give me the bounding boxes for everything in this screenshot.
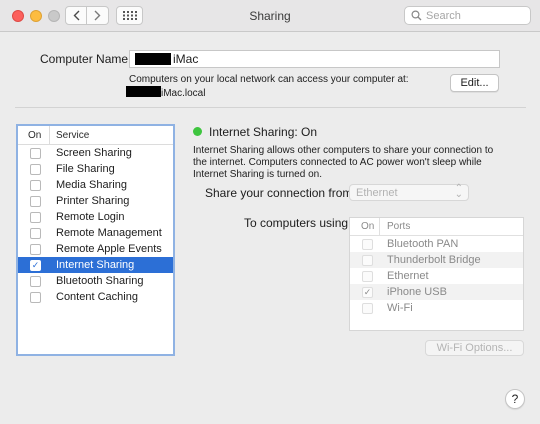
service-checkbox[interactable] <box>30 243 41 255</box>
status-indicator <box>193 127 202 136</box>
to-computers-label: To computers using: <box>244 216 352 230</box>
port-checkbox[interactable]: ✓ <box>362 286 373 298</box>
share-from-select[interactable]: Ethernet ⌃ ⌄ <box>349 184 469 201</box>
share-from-value: Ethernet <box>356 186 398 199</box>
redacted-address <box>126 86 161 97</box>
service-row[interactable]: File Sharing <box>18 161 173 177</box>
port-row[interactable]: ✓ iPhone USB <box>350 284 523 300</box>
ports-header-ports: Ports <box>387 221 411 232</box>
port-row[interactable]: Bluetooth PAN <box>350 236 523 252</box>
search-icon <box>411 10 422 21</box>
port-checkbox[interactable] <box>362 254 373 266</box>
service-label: Remote Apple Events <box>56 243 162 255</box>
service-label: Remote Login <box>56 211 125 223</box>
port-label: Wi-Fi <box>387 302 413 314</box>
port-checkbox[interactable] <box>362 270 373 282</box>
service-row[interactable]: Printer Sharing <box>18 193 173 209</box>
service-row[interactable]: Remote Management <box>18 225 173 241</box>
header-service: Service <box>56 129 90 141</box>
edit-button[interactable]: Edit... <box>450 74 499 92</box>
service-label: Remote Management <box>56 227 162 239</box>
service-checkbox[interactable] <box>30 291 41 303</box>
port-label: iPhone USB <box>387 286 447 298</box>
header-on: On <box>18 126 50 144</box>
address-description: Computers on your local network can acce… <box>129 74 409 85</box>
status-title: Internet Sharing: On <box>209 125 318 139</box>
port-checkbox[interactable] <box>362 238 373 250</box>
service-label: Printer Sharing <box>56 195 130 207</box>
computer-address-text: Computers on your local network can acce… <box>126 73 409 100</box>
computer-name-value: iMac <box>173 52 199 66</box>
service-checkbox[interactable] <box>30 195 41 207</box>
title-bar: Sharing <box>0 0 540 32</box>
service-label: Internet Sharing <box>56 259 135 271</box>
ports-list[interactable]: On Ports Bluetooth PAN Thunderbolt Bridge… <box>349 217 524 331</box>
computer-name-field[interactable]: iMac <box>129 50 500 68</box>
ports-list-header: On Ports <box>350 218 523 236</box>
service-label: Screen Sharing <box>56 147 132 159</box>
port-row[interactable]: Wi-Fi <box>350 300 523 316</box>
service-checkbox[interactable] <box>30 227 41 239</box>
service-checkbox[interactable] <box>30 163 41 175</box>
ports-header-on: On <box>350 218 380 235</box>
service-checkbox[interactable] <box>30 179 41 191</box>
chevron-updown-icon: ⌃ ⌄ <box>454 183 463 200</box>
service-row[interactable]: Screen Sharing <box>18 145 173 161</box>
divider <box>15 107 526 108</box>
search-field[interactable] <box>404 6 531 25</box>
service-row[interactable]: Media Sharing <box>18 177 173 193</box>
redacted-name <box>135 53 171 65</box>
service-row[interactable]: Content Caching <box>18 289 173 305</box>
port-label: Ethernet <box>387 270 429 282</box>
service-list-header: On Service <box>18 126 173 145</box>
service-checkbox[interactable] <box>30 211 41 223</box>
computer-name-label: Computer Name: <box>40 52 132 66</box>
search-input[interactable] <box>426 9 521 22</box>
service-checkbox[interactable] <box>30 275 41 287</box>
service-label: File Sharing <box>56 163 115 175</box>
status-description: Internet Sharing allows other computers … <box>193 145 494 180</box>
local-address-value: iMac.local <box>161 88 206 99</box>
service-label: Media Sharing <box>56 179 127 191</box>
service-checkbox[interactable] <box>30 147 41 159</box>
service-label: Content Caching <box>56 291 138 303</box>
share-from-label: Share your connection from: <box>205 186 356 200</box>
service-row[interactable]: ✓ Internet Sharing <box>18 257 173 273</box>
port-checkbox[interactable] <box>362 302 373 314</box>
service-label: Bluetooth Sharing <box>56 275 144 287</box>
service-list[interactable]: On Service Screen Sharing File Sharing Med… <box>16 124 175 356</box>
port-label: Bluetooth PAN <box>387 238 459 250</box>
service-row[interactable]: Bluetooth Sharing <box>18 273 173 289</box>
port-row[interactable]: Thunderbolt Bridge <box>350 252 523 268</box>
service-row[interactable]: Remote Apple Events <box>18 241 173 257</box>
help-button[interactable]: ? <box>505 389 525 409</box>
local-address: iMac.local <box>126 86 409 100</box>
port-row[interactable]: Ethernet <box>350 268 523 284</box>
service-checkbox[interactable]: ✓ <box>30 259 41 271</box>
service-row[interactable]: Remote Login <box>18 209 173 225</box>
wifi-options-button[interactable]: Wi-Fi Options... <box>425 340 524 356</box>
port-label: Thunderbolt Bridge <box>387 254 481 266</box>
